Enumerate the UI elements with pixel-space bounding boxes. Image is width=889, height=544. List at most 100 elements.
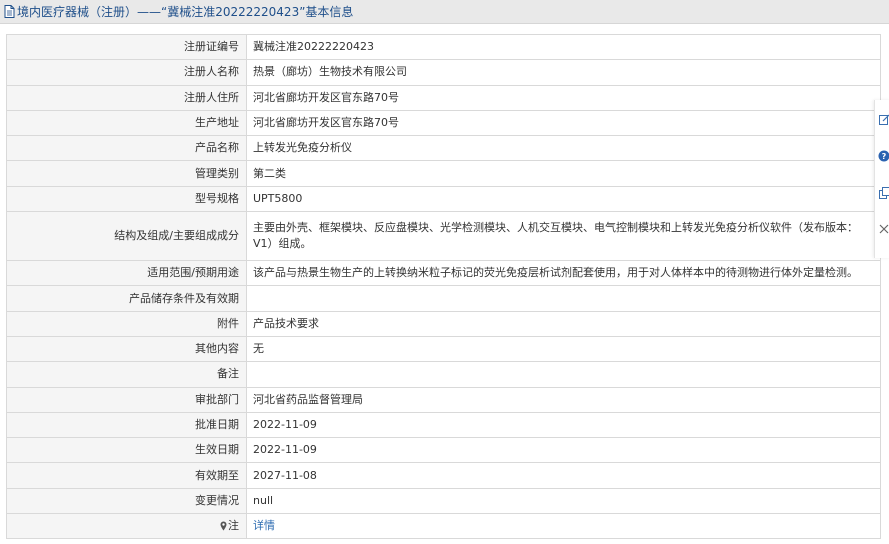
- field-label: 注册人名称: [6, 59, 247, 86]
- field-label: 审批部门: [6, 386, 247, 413]
- field-label: 产品储存条件及有效期: [6, 285, 247, 312]
- page-header: 境内医疗器械（注册）——“冀械注准20222220423”基本信息: [0, 0, 889, 24]
- field-value: 无: [246, 335, 881, 363]
- field-value-text: 该产品与热景生物生产的上转换纳米粒子标记的荧光免疫层析试剂配套使用，用于对人体样…: [253, 266, 858, 280]
- field-value-text: 2027-11-08: [253, 468, 317, 482]
- field-label: 变更情况: [6, 487, 247, 515]
- field-label-text: 结构及组成/主要组成成分: [114, 229, 239, 243]
- field-label-text: 管理类别: [195, 166, 239, 180]
- field-label: 生效日期: [6, 437, 247, 464]
- field-label: 生产地址: [6, 109, 247, 137]
- table-row: 变更情况 null: [6, 487, 881, 515]
- field-label-text: 注册人名称: [184, 65, 239, 79]
- field-value: 冀械注准20222220423: [246, 33, 881, 61]
- table-row: 管理类别 第二类: [6, 160, 881, 187]
- table-row: 注册人名称 热景（廊坊）生物技术有限公司: [6, 59, 881, 86]
- field-label-text: 其他内容: [195, 342, 239, 356]
- field-label: 备注: [6, 361, 247, 388]
- table-row: 型号规格 UPT5800: [6, 185, 881, 213]
- field-value: 热景（廊坊）生物技术有限公司: [246, 59, 881, 86]
- detail-link[interactable]: 详情: [253, 519, 275, 532]
- table-row: 注 详情: [6, 513, 881, 540]
- field-label-text: 型号规格: [195, 191, 239, 205]
- field-label-text: 批准日期: [195, 418, 239, 431]
- field-label-text: 产品储存条件及有效期: [129, 291, 239, 305]
- field-value: 2027-11-08: [246, 462, 881, 489]
- document-icon: [4, 5, 15, 18]
- field-label: 注册人住所: [6, 84, 247, 111]
- field-label: 注册证编号: [6, 33, 247, 61]
- field-value-text: 主要由外壳、框架模块、反应盘模块、光学检测模块、人机交互模块、电气控制模块和上转…: [253, 221, 858, 251]
- table-row: 产品名称 上转发光免疫分析仪: [6, 135, 881, 162]
- help-icon[interactable]: ?: [878, 149, 889, 163]
- field-label: 其他内容: [6, 335, 247, 363]
- table-row: 产品储存条件及有效期: [6, 285, 881, 312]
- field-value: 第二类: [246, 160, 881, 187]
- info-table: 注册证编号 冀械注准20222220423 注册人名称 热景（廊坊）生物技术有限公司注…: [6, 33, 881, 540]
- table-row: 注册证编号 冀械注准20222220423: [6, 33, 881, 61]
- field-label-text: 注: [228, 519, 239, 533]
- field-label-text: 注册人住所: [184, 90, 239, 104]
- table-row: 其他内容无: [6, 335, 881, 363]
- side-toolbar: ?: [874, 100, 889, 258]
- field-value: 河北省廊坊开发区官东路70号: [246, 109, 881, 137]
- field-value-text: 第二类: [253, 166, 286, 180]
- field-value: UPT5800: [246, 185, 881, 213]
- table-row: 生产地址 河北省廊坊开发区官东路70号: [6, 109, 881, 137]
- svg-text:?: ?: [882, 152, 887, 161]
- field-value: 2022-11-09: [246, 411, 881, 439]
- field-value-text: 冀械注准20222220423: [253, 40, 374, 54]
- field-value: [246, 285, 881, 312]
- page-title: 境内医疗器械（注册）——“冀械注准20222220423”基本信息: [17, 5, 354, 19]
- field-value: 2022-11-09: [246, 437, 881, 464]
- field-value: 该产品与热景生物生产的上转换纳米粒子标记的荧光免疫层析试剂配套使用，用于对人体样…: [246, 260, 881, 287]
- field-value-text: null: [253, 493, 274, 507]
- field-label: 附件: [6, 310, 247, 337]
- field-label: 有效期至: [6, 462, 247, 489]
- field-value-text: 产品技术要求: [253, 316, 319, 330]
- field-value-text: 上转发光免疫分析仪: [253, 141, 352, 155]
- field-value: 河北省廊坊开发区官东路70号: [246, 84, 881, 111]
- table-row: 审批部门 河北省药品监督管理局: [6, 386, 881, 413]
- field-label-text: 审批部门: [195, 392, 239, 406]
- field-label-text: 产品名称: [195, 141, 239, 155]
- field-label-text: 备注: [217, 367, 239, 381]
- field-value-text: 河北省廊坊开发区官东路70号: [253, 116, 399, 130]
- table-row: 有效期至 2027-11-08: [6, 462, 881, 489]
- field-label: 结构及组成/主要组成成分: [6, 211, 247, 262]
- field-label: 管理类别: [6, 160, 247, 187]
- field-value-text: 河北省廊坊开发区官东路70号: [253, 90, 399, 104]
- field-value: 上转发光免疫分析仪: [246, 135, 881, 162]
- table-row: 附件 产品技术要求: [6, 310, 881, 337]
- field-label: 产品名称: [6, 135, 247, 162]
- field-label-text: 有效期至: [195, 468, 239, 482]
- field-label-text: 附件: [217, 316, 239, 330]
- table-row: 适用范围/预期用途 该产品与热景生物生产的上转换纳米粒子标记的荧光免疫层析试剂配套…: [6, 260, 881, 287]
- field-label-text: 变更情况: [195, 493, 239, 507]
- field-label: 型号规格: [6, 185, 247, 213]
- field-value-text: UPT5800: [253, 191, 303, 205]
- field-label: 注: [6, 513, 247, 540]
- field-label: 批准日期: [6, 411, 247, 439]
- field-value-text: 2022-11-09: [253, 418, 317, 431]
- field-value: 主要由外壳、框架模块、反应盘模块、光学检测模块、人机交互模块、电气控制模块和上转…: [246, 211, 881, 262]
- field-label-text: 注册证编号: [184, 40, 239, 54]
- table-row: 批准日期 2022-11-09: [6, 411, 881, 439]
- field-value: 详情: [246, 513, 881, 540]
- field-value-text: 热景（廊坊）生物技术有限公司: [253, 65, 407, 79]
- field-label-text: 生产地址: [195, 116, 239, 130]
- edit-icon[interactable]: [878, 112, 889, 126]
- pin-icon: [220, 521, 227, 531]
- table-row: 结构及组成/主要组成成分 主要由外壳、框架模块、反应盘模块、光学检测模块、人机交互…: [6, 211, 881, 262]
- field-label-text: 生效日期: [195, 443, 239, 457]
- field-value: null: [246, 487, 881, 515]
- copy-icon[interactable]: [878, 186, 889, 200]
- field-value-text: 2022-11-09: [253, 443, 317, 457]
- field-value: 产品技术要求: [246, 310, 881, 337]
- field-value: [246, 361, 881, 388]
- table-row: 注册人住所 河北省廊坊开发区官东路70号: [6, 84, 881, 111]
- field-value-text: 河北省药品监督管理局: [253, 392, 363, 406]
- field-value-text: 无: [253, 342, 264, 356]
- close-icon[interactable]: [878, 222, 889, 236]
- table-row: 生效日期 2022-11-09: [6, 437, 881, 464]
